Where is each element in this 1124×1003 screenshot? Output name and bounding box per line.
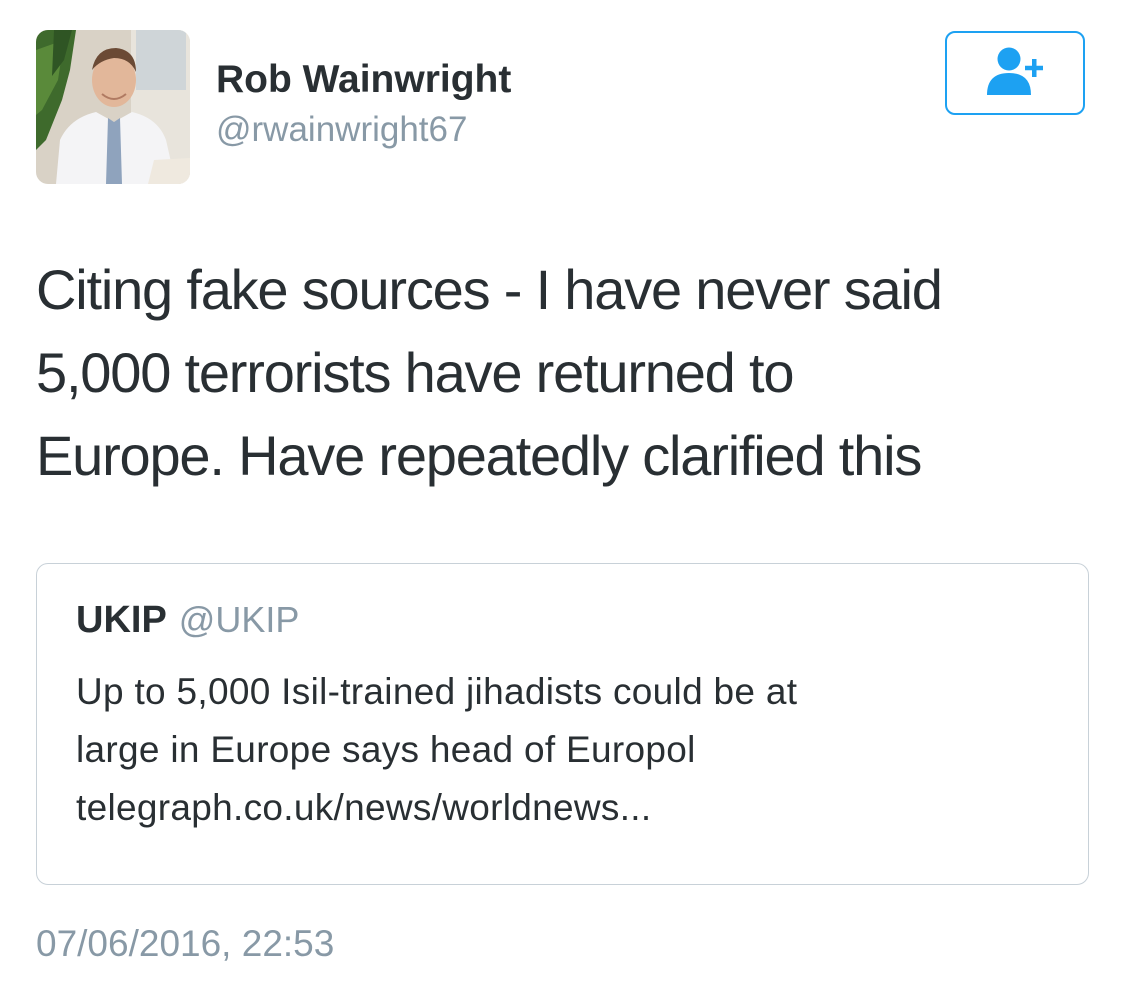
tweet-text: Citing fake sources - I have never said … bbox=[36, 258, 943, 487]
quoted-author-handle: @UKIP bbox=[178, 599, 300, 640]
follow-button[interactable] bbox=[945, 31, 1085, 115]
avatar[interactable] bbox=[36, 30, 190, 184]
avatar-photo bbox=[36, 30, 190, 184]
author-handle[interactable]: @rwainwright67 bbox=[216, 108, 467, 152]
add-user-icon bbox=[983, 45, 1047, 102]
quoted-tweet-text: Up to 5,000 Isil-trained jihadists could… bbox=[76, 671, 798, 828]
author-display-name[interactable]: Rob Wainwright bbox=[216, 56, 511, 104]
quoted-tweet-card[interactable]: UKIP @UKIP Up to 5,000 Isil-trained jihad… bbox=[36, 563, 1089, 885]
quoted-tweet-header: UKIP @UKIP bbox=[76, 597, 299, 651]
quoted-author-name: UKIP bbox=[76, 599, 167, 641]
tweet-timestamp[interactable]: 07/06/2016, 22:53 bbox=[36, 920, 334, 968]
